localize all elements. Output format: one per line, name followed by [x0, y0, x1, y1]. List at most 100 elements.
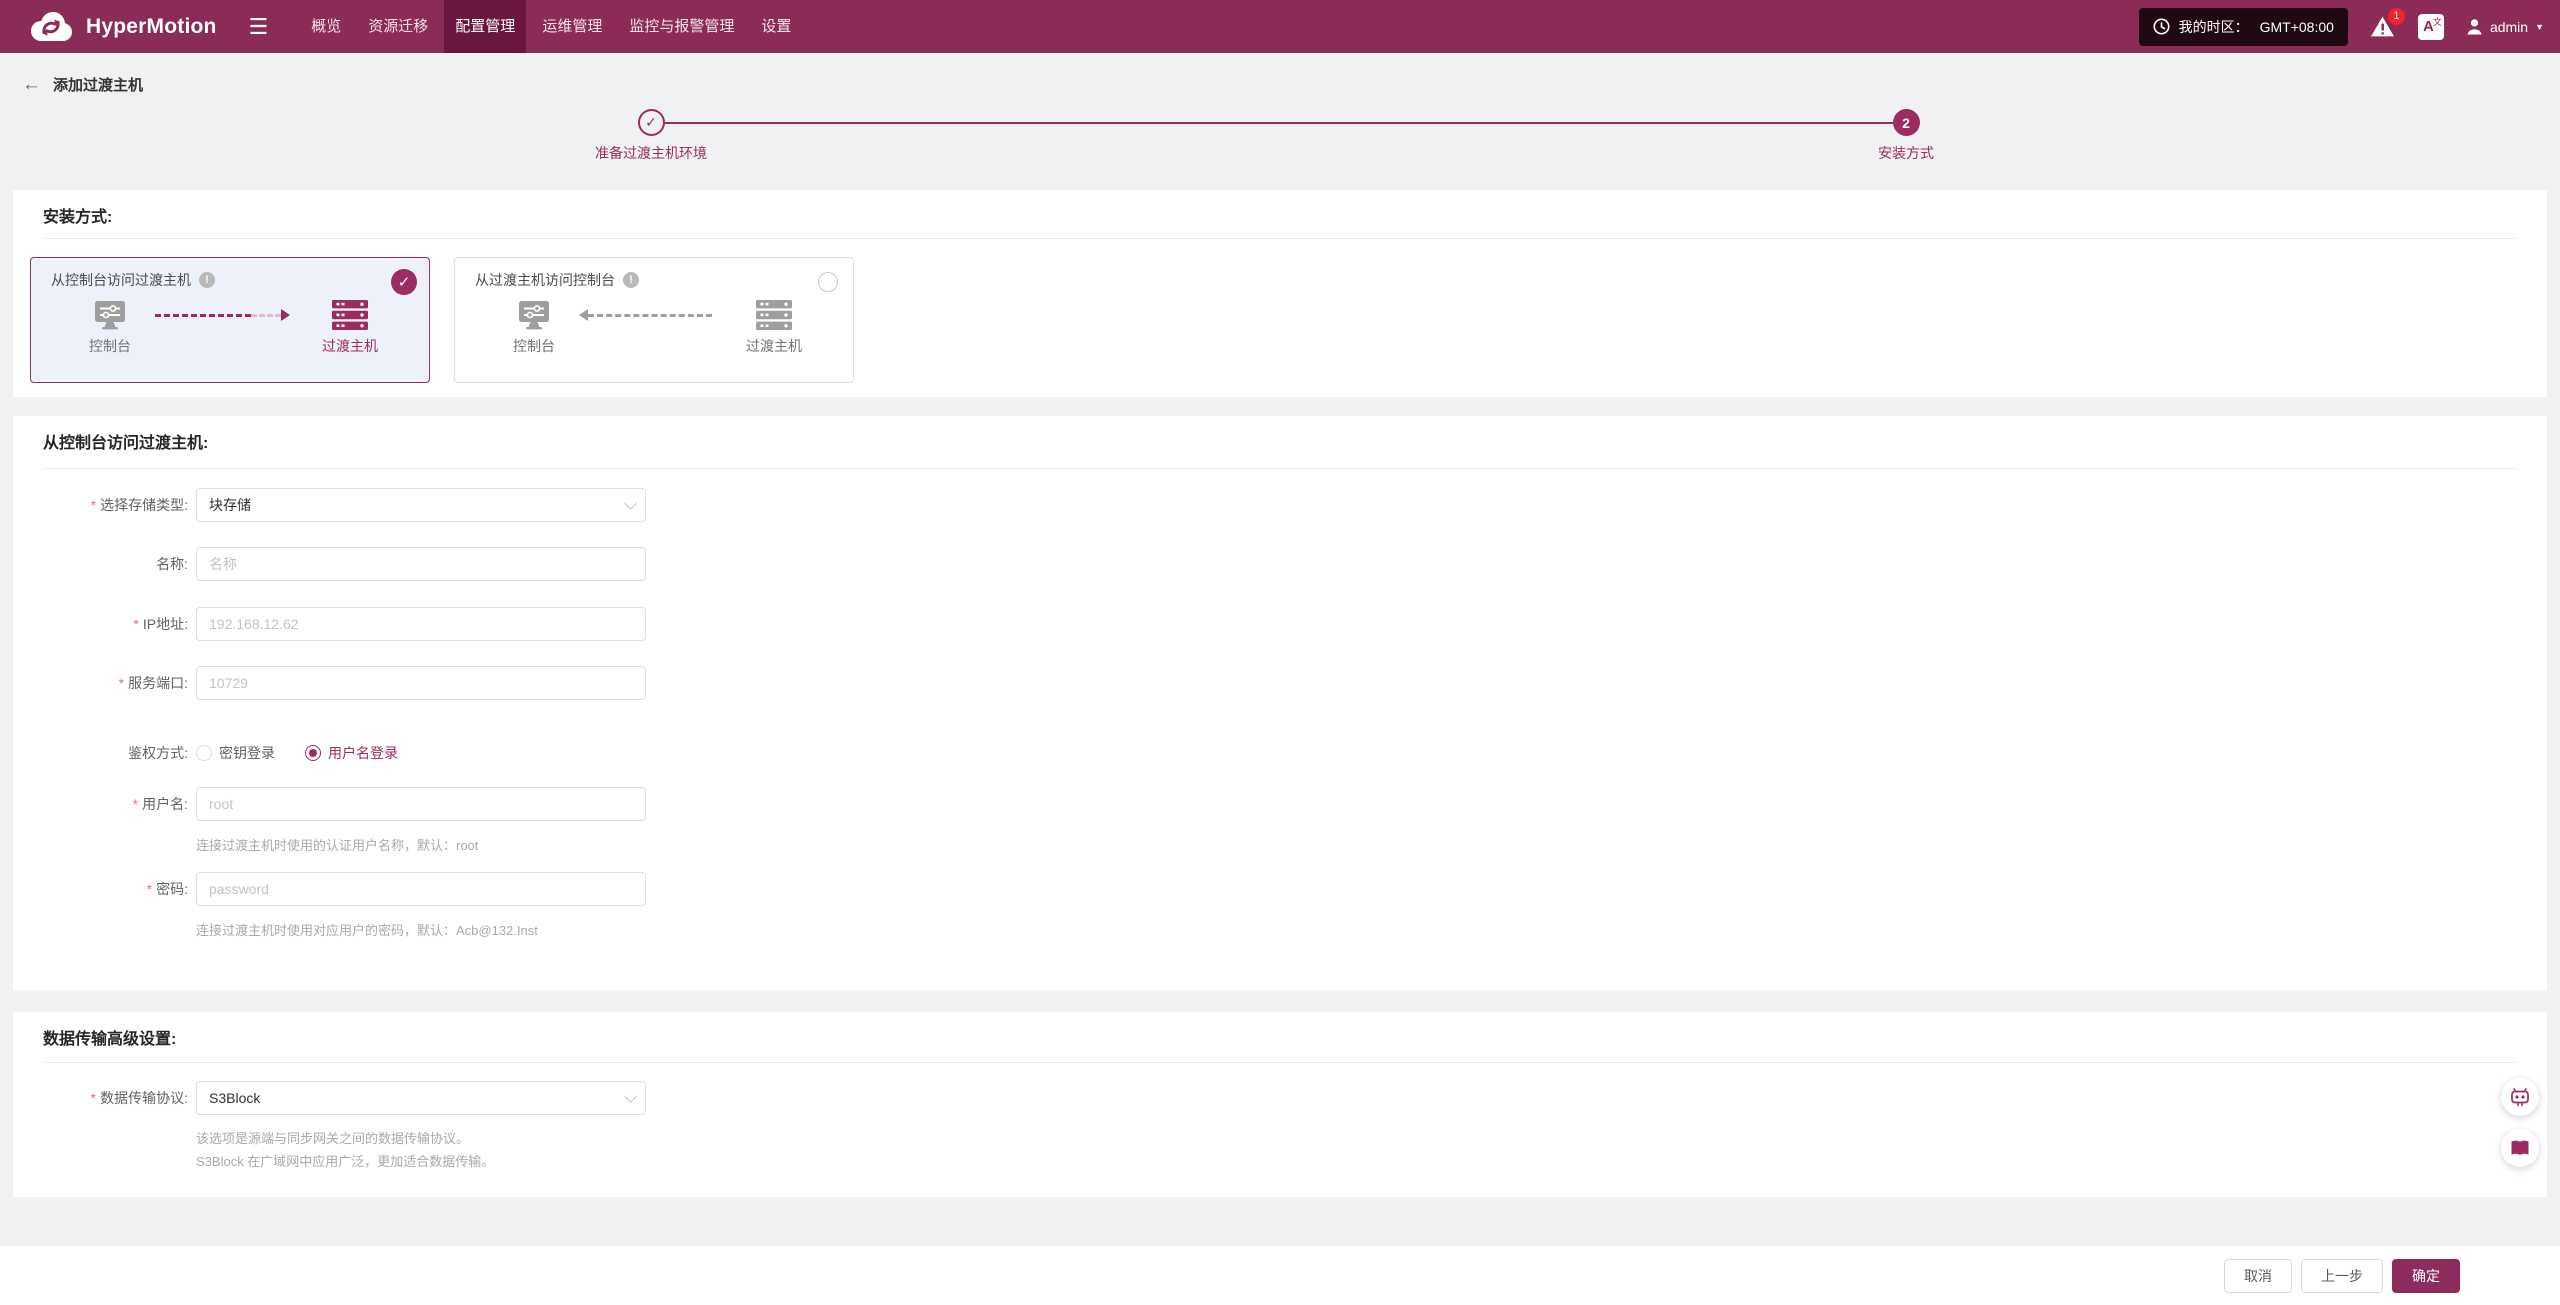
protocol-select[interactable]: S3Block — [196, 1081, 646, 1115]
console-label: 控制台 — [89, 336, 131, 356]
previous-step-button[interactable]: 上一步 — [2301, 1259, 2383, 1293]
nav-item-monitor-alarm[interactable]: 监控与报警管理 — [618, 0, 745, 53]
nav-item-ops-management[interactable]: 运维管理 — [531, 0, 613, 53]
password-input[interactable] — [196, 872, 646, 906]
language-switch-icon[interactable]: A 文 — [2418, 14, 2444, 40]
name-input[interactable] — [196, 547, 646, 581]
transit-host-icon — [755, 300, 793, 330]
step2-label: 安装方式 — [1878, 143, 1934, 163]
book-icon — [2510, 1139, 2530, 1157]
user-menu[interactable]: admin ▼ — [2466, 18, 2544, 35]
username-hint: 连接过渡主机时使用的认证用户名称，默认：root — [196, 835, 478, 854]
chevron-down-icon — [624, 497, 637, 510]
connection-form-card: 从控制台访问过渡主机: *选择存储类型: 块存储 名称: *IP地址: *服务端… — [13, 416, 2547, 991]
chevron-down-icon — [624, 1090, 637, 1103]
ip-label: *IP地址: — [13, 614, 188, 634]
app-window: HyperMotion ☰ 概览 资源迁移 配置管理 运维管理 监控与报警管理 … — [0, 0, 2560, 1305]
radio-off-icon — [196, 745, 212, 761]
auth-method-radios: 密钥登录 用户名登录 — [196, 743, 398, 763]
top-nav: HyperMotion ☰ 概览 资源迁移 配置管理 运维管理 监控与报警管理 … — [0, 0, 2560, 53]
alert-count-badge: 1 — [2388, 8, 2405, 25]
advanced-section-title: 数据传输高级设置: — [43, 1025, 176, 1049]
nav-item-settings[interactable]: 设置 — [750, 0, 802, 53]
timezone-value: GMT+08:00 — [2260, 19, 2334, 35]
flow-arrow-left — [579, 300, 729, 330]
password-label: *密码: — [13, 879, 188, 899]
option-title: 从控制台访问过渡主机 — [51, 270, 191, 290]
page-title: 添加过渡主机 — [53, 74, 143, 95]
unselected-radio[interactable] — [818, 272, 838, 292]
divider — [43, 1062, 2517, 1063]
footer-action-bar: 取消 上一步 确定 — [0, 1245, 2560, 1305]
assistant-button[interactable] — [2501, 1078, 2539, 1116]
console-label: 控制台 — [513, 336, 555, 356]
back-arrow-icon[interactable]: ← — [22, 75, 41, 94]
name-label: 名称: — [13, 554, 188, 574]
timezone-pill: 我的时区： GMT+08:00 — [2139, 8, 2348, 46]
arrow-left-icon — [579, 309, 588, 321]
username-label: *用户名: — [13, 794, 188, 814]
install-option-console-to-transit[interactable]: 从控制台访问过渡主机 ! ✓ 控制台 — [30, 257, 430, 383]
nav-item-resource-migration[interactable]: 资源迁移 — [357, 0, 439, 53]
port-input[interactable] — [196, 666, 646, 700]
form-section-title: 从控制台访问过渡主机: — [43, 429, 208, 453]
install-method-card: 安装方式: 从控制台访问过渡主机 ! ✓ — [13, 190, 2547, 397]
nav-item-overview[interactable]: 概览 — [300, 0, 352, 53]
stepper-step-1: ✓ 准备过渡主机环境 — [541, 109, 761, 163]
auth-method-label: 鉴权方式: — [13, 743, 188, 763]
port-label: *服务端口: — [13, 673, 188, 693]
flow-arrow-right — [155, 300, 305, 330]
direction-diagram: 控制台 过渡主机 — [455, 300, 853, 356]
selected-check-icon: ✓ — [391, 269, 417, 295]
ip-input[interactable] — [196, 607, 646, 641]
divider — [43, 238, 2517, 239]
divider — [43, 468, 2517, 469]
stepper-step-2: 2 安装方式 — [1796, 109, 2016, 163]
nav-item-config-management[interactable]: 配置管理 — [444, 0, 526, 53]
cloud-logo-icon — [28, 10, 74, 44]
info-icon[interactable]: ! — [623, 272, 639, 288]
transit-host-icon — [331, 300, 369, 330]
chevron-down-icon: ▼ — [2535, 23, 2544, 32]
nav-right: 我的时区： GMT+08:00 1 A 文 ad — [2139, 8, 2560, 46]
password-hint: 连接过渡主机时使用对应用户的密码，默认：Acb@132.Inst — [196, 920, 538, 939]
step1-check-icon: ✓ — [638, 109, 665, 136]
stepper-line — [664, 122, 1894, 124]
docs-button[interactable] — [2501, 1129, 2539, 1167]
alerts-button[interactable]: 1 — [2370, 15, 2396, 39]
protocol-hint-1: 该选项是源端与同步网关之间的数据传输协议。 — [196, 1128, 469, 1147]
cancel-button[interactable]: 取消 — [2224, 1259, 2292, 1293]
transit-host-label: 过渡主机 — [746, 336, 802, 356]
user-icon — [2466, 18, 2483, 35]
timezone-label: 我的时区： — [2179, 17, 2249, 37]
arrow-right-icon — [281, 309, 290, 321]
console-icon — [518, 300, 550, 330]
brand[interactable]: HyperMotion — [28, 10, 217, 44]
info-icon[interactable]: ! — [199, 272, 215, 288]
brand-name: HyperMotion — [86, 15, 217, 39]
protocol-label: *数据传输协议: — [13, 1088, 188, 1108]
menu-toggle-icon[interactable]: ☰ — [243, 12, 275, 42]
step1-label: 准备过渡主机环境 — [595, 143, 707, 163]
console-icon — [94, 300, 126, 330]
clock-icon — [2153, 18, 2170, 35]
transit-host-label: 过渡主机 — [322, 336, 378, 356]
main-menu: 概览 资源迁移 配置管理 运维管理 监控与报警管理 设置 — [300, 0, 802, 53]
auth-radio-key-login[interactable]: 密钥登录 — [196, 743, 275, 763]
install-section-title: 安装方式: — [43, 203, 112, 227]
step2-number: 2 — [1893, 109, 1920, 136]
user-name: admin — [2490, 19, 2528, 35]
radio-on-icon — [305, 745, 321, 761]
username-input[interactable] — [196, 787, 646, 821]
page-head: ← 添加过渡主机 — [22, 70, 143, 98]
storage-type-select[interactable]: 块存储 — [196, 488, 646, 522]
advanced-settings-card: 数据传输高级设置: *数据传输协议: S3Block 该选项是源端与同步网关之间… — [13, 1012, 2547, 1197]
robot-icon — [2509, 1086, 2531, 1108]
direction-diagram: 控制台 过渡主机 — [31, 300, 429, 356]
storage-type-label: *选择存储类型: — [13, 495, 188, 515]
protocol-hint-2: S3Block 在广域网中应用广泛，更加适合数据传输。 — [196, 1151, 494, 1170]
confirm-button[interactable]: 确定 — [2392, 1259, 2460, 1293]
install-option-transit-to-console[interactable]: 从过渡主机访问控制台 ! 控制台 — [454, 257, 854, 383]
auth-radio-username-login[interactable]: 用户名登录 — [305, 743, 398, 763]
option-title: 从过渡主机访问控制台 — [475, 270, 615, 290]
